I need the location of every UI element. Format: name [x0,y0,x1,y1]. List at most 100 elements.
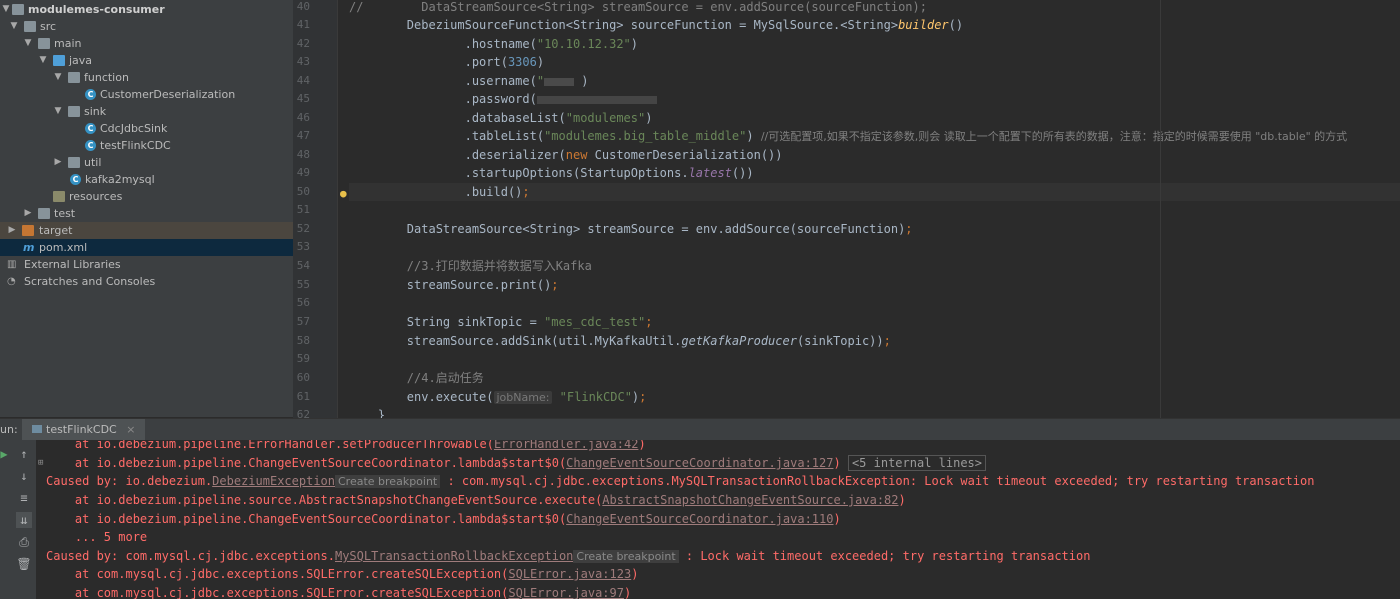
stack-link[interactable]: SQLError.java:97 [508,586,624,599]
tree-item-module[interactable]: ▼ modulemes-consumer [0,1,293,18]
up-arrow-icon[interactable]: ↑ [16,446,32,462]
code-token: ) [645,111,653,125]
tree-label: util [84,156,102,169]
code-token: .hostname( [349,37,537,51]
code-line: .deserializer(new CustomerDeserializatio… [349,146,783,164]
code-token: streamSource.print() [349,278,552,292]
code-editor[interactable]: // DataStreamSource<String> streamSource… [349,0,1400,420]
soft-wrap-icon[interactable]: ≡ [16,490,32,506]
package-icon [68,157,80,168]
code-token: .port( [349,55,508,69]
trash-icon[interactable]: 🗑 [16,556,32,572]
code-line: .password( [349,90,657,108]
console-line: ... 5 more [46,530,148,544]
fold-plus-icon[interactable]: ⊞ [38,458,43,468]
chevron-right-icon[interactable]: ▶ [52,154,64,171]
line-number: 57 [296,315,310,328]
console-text: at com.mysql.cj.jdbc.exceptions.SQLError… [46,567,509,581]
run-label: un: [0,423,18,436]
line-number: 53 [296,240,310,253]
console-text: at io.debezium.pipeline.ChangeEventSourc… [46,456,567,470]
stack-link[interactable]: SQLError.java:123 [508,567,631,581]
console-text: : com.mysql.cj.jdbc.exceptions.MySQLTran… [440,474,1315,488]
code-token: ; [639,390,647,404]
code-line: .port(3306) [349,53,545,71]
print-icon[interactable]: ⎙ [16,534,32,550]
chevron-down-icon[interactable]: ▼ [22,35,34,52]
stack-link[interactable]: ChangeEventSourceCoordinator.java:110 [566,512,833,526]
console-text: Caused by: com.mysql.cj.jdbc.exceptions. [46,549,335,563]
exception-link[interactable]: MySQLTransactionRollbackException [335,549,573,563]
scroll-to-end-icon[interactable]: ⇊ [16,512,32,528]
stack-link[interactable]: ErrorHandler.java:42 [494,440,639,451]
code-token: .build() [349,185,523,199]
console-text: Caused by: io.debezium. [46,474,213,488]
code-token: new [565,148,588,162]
stack-link[interactable]: ChangeEventSourceCoordinator.java:127 [566,456,833,470]
code-line: .tableList("modulemes.big_table_middle")… [349,127,1348,145]
console-line: at io.debezium.pipeline.ChangeEventSourc… [46,510,841,528]
tree-item-java[interactable]: ▼ java [0,52,293,69]
code-token: builder [898,18,949,32]
run-console[interactable]: at io.debezium.pipeline.ErrorHandler.set… [36,440,1400,599]
tree-item-target[interactable]: ▶ target [0,222,293,239]
code-token: .databaseList( [349,111,566,125]
line-number: 50 [296,185,310,198]
code-line: DataStreamSource<String> streamSource = … [349,220,913,238]
internal-lines-fold[interactable]: <5 internal lines> [847,455,986,471]
chevron-down-icon[interactable]: ▼ [37,52,49,69]
console-text: ) [898,493,906,507]
tree-item-pom[interactable]: m pom.xml [0,239,293,256]
chevron-right-icon[interactable]: ▶ [22,205,34,222]
lightbulb-icon[interactable]: ● [340,187,347,200]
tree-item-kafka2mysql[interactable]: C kafka2mysql [0,171,293,188]
console-text: ) [623,586,632,599]
down-arrow-icon[interactable]: ↓ [16,468,32,484]
tree-item-src[interactable]: ▼ src [0,18,293,35]
console-line: at com.mysql.cj.jdbc.exceptions.SQLError… [46,565,639,583]
tree-item-util[interactable]: ▶ util [0,154,293,171]
code-token: ) [536,55,545,69]
tree-item-test[interactable]: ▶ test [0,205,293,222]
java-class-icon: C [85,89,96,100]
code-token: CustomerDeserialization()) [587,148,783,162]
close-icon[interactable]: × [126,423,135,436]
tree-item-external-libraries[interactable]: ▥ External Libraries [0,256,293,273]
line-number: 41 [296,18,310,31]
chevron-right-icon[interactable]: ▶ [6,222,18,239]
code-line: //3.打印数据并将数据写入Kafka [349,259,592,273]
console-text: ) [631,567,639,581]
code-token: ; [645,315,653,329]
create-breakpoint-button[interactable]: Create breakpoint [335,475,441,488]
tree-item-main[interactable]: ▼ main [0,35,293,52]
console-text: at com.mysql.cj.jdbc.exceptions.SQLError… [46,586,509,599]
tree-item-scratches[interactable]: ◔ Scratches and Consoles [0,273,293,290]
exception-link[interactable]: DebeziumException [212,474,335,488]
line-number: 61 [296,390,310,403]
code-line: String sinkTopic = "mes_cdc_test"; [349,313,653,331]
code-token: DebeziumSourceFunction<String> sourceFun… [349,18,899,32]
code-token: " [536,74,545,88]
tree-item-function[interactable]: ▼ function [0,69,293,86]
stack-link[interactable]: AbstractSnapshotChangeEventSource.java:8… [602,493,898,507]
code-line: .startupOptions(StartupOptions.latest()) [349,164,754,182]
rerun-icon[interactable]: ▶ [0,446,12,462]
code-token: ) [630,37,638,51]
console-line: at io.debezium.pipeline.ErrorHandler.set… [46,440,646,453]
tree-item-resources[interactable]: resources [0,188,293,205]
excluded-folder-icon [22,225,34,236]
code-line: streamSource.addSink(util.MyKafkaUtil.ge… [349,332,891,350]
console-text: at io.debezium.pipeline.ErrorHandler.set… [46,440,494,451]
java-class-icon: C [70,174,81,185]
tree-item-sink[interactable]: ▼ sink [0,103,293,120]
chevron-down-icon[interactable]: ▼ [52,103,64,120]
chevron-down-icon[interactable]: ▼ [52,69,64,86]
create-breakpoint-button[interactable]: Create breakpoint [573,550,679,563]
code-token: ()) [731,166,754,180]
tree-item-customer-deserialization[interactable]: C CustomerDeserialization [0,86,293,103]
code-token: ) [574,74,589,88]
chevron-down-icon[interactable]: ▼ [0,1,12,18]
chevron-down-icon[interactable]: ▼ [8,18,20,35]
tree-item-testflinkcdc[interactable]: C testFlinkCDC [0,137,293,154]
tree-item-cdcjdbcsink[interactable]: C CdcJdbcSink [0,120,293,137]
